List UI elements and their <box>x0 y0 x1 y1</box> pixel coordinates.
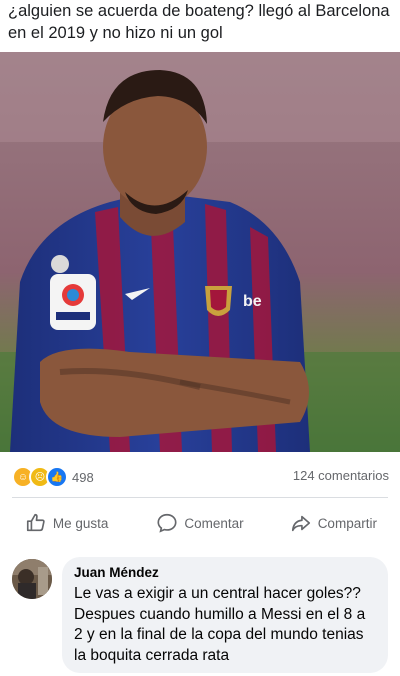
post-photo[interactable]: be <box>0 52 400 452</box>
comment-author[interactable]: Juan Méndez <box>74 565 376 580</box>
comments-count-link[interactable]: 124 comentarios <box>293 468 389 483</box>
comment-icon <box>157 513 177 533</box>
comment-label: Comentar <box>184 515 244 531</box>
thumbs-up-icon <box>26 513 45 532</box>
post-text: ¿alguien se acuerda de boateng? llegó al… <box>8 2 390 42</box>
reaction-count: 498 <box>72 469 94 485</box>
comment-button[interactable]: Comentar <box>133 505 266 541</box>
divider <box>12 497 388 498</box>
avatar[interactable] <box>12 559 52 599</box>
like-label: Me gusta <box>52 515 109 531</box>
like-button[interactable]: Me gusta <box>0 505 133 541</box>
avatar-image <box>12 559 52 599</box>
share-label: Compartir <box>317 515 377 531</box>
reactions-summary[interactable]: ☺ ☹ 👍 498 <box>12 466 94 488</box>
share-icon <box>291 515 310 532</box>
post-actions: Me gusta Comentar Compartir <box>0 505 400 541</box>
comment-text: Le vas a exigir a un central hacer goles… <box>74 585 366 664</box>
player-photo-illustration: be <box>0 52 400 452</box>
like-icon: 👍 <box>46 466 68 488</box>
comment-bubble: Juan Méndez Le vas a exigir a un central… <box>62 557 388 673</box>
share-button[interactable]: Compartir <box>267 505 400 541</box>
svg-text:be: be <box>243 293 262 310</box>
